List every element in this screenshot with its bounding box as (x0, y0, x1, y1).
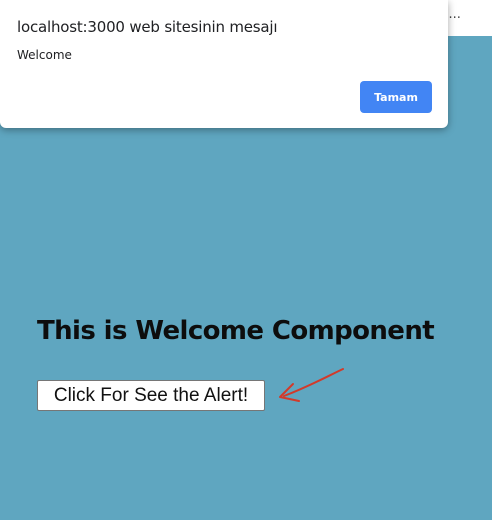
ok-button[interactable]: Tamam (360, 81, 432, 113)
show-alert-button[interactable]: Click For See the Alert! (37, 380, 265, 411)
arrow-icon (279, 368, 344, 402)
alert-dialog: localhost:3000 web sitesinin mesajı Welc… (0, 0, 448, 128)
dialog-title: localhost:3000 web sitesinin mesajı (17, 18, 278, 36)
page-heading: This is Welcome Component (37, 316, 435, 346)
dialog-message: Welcome (17, 48, 72, 62)
